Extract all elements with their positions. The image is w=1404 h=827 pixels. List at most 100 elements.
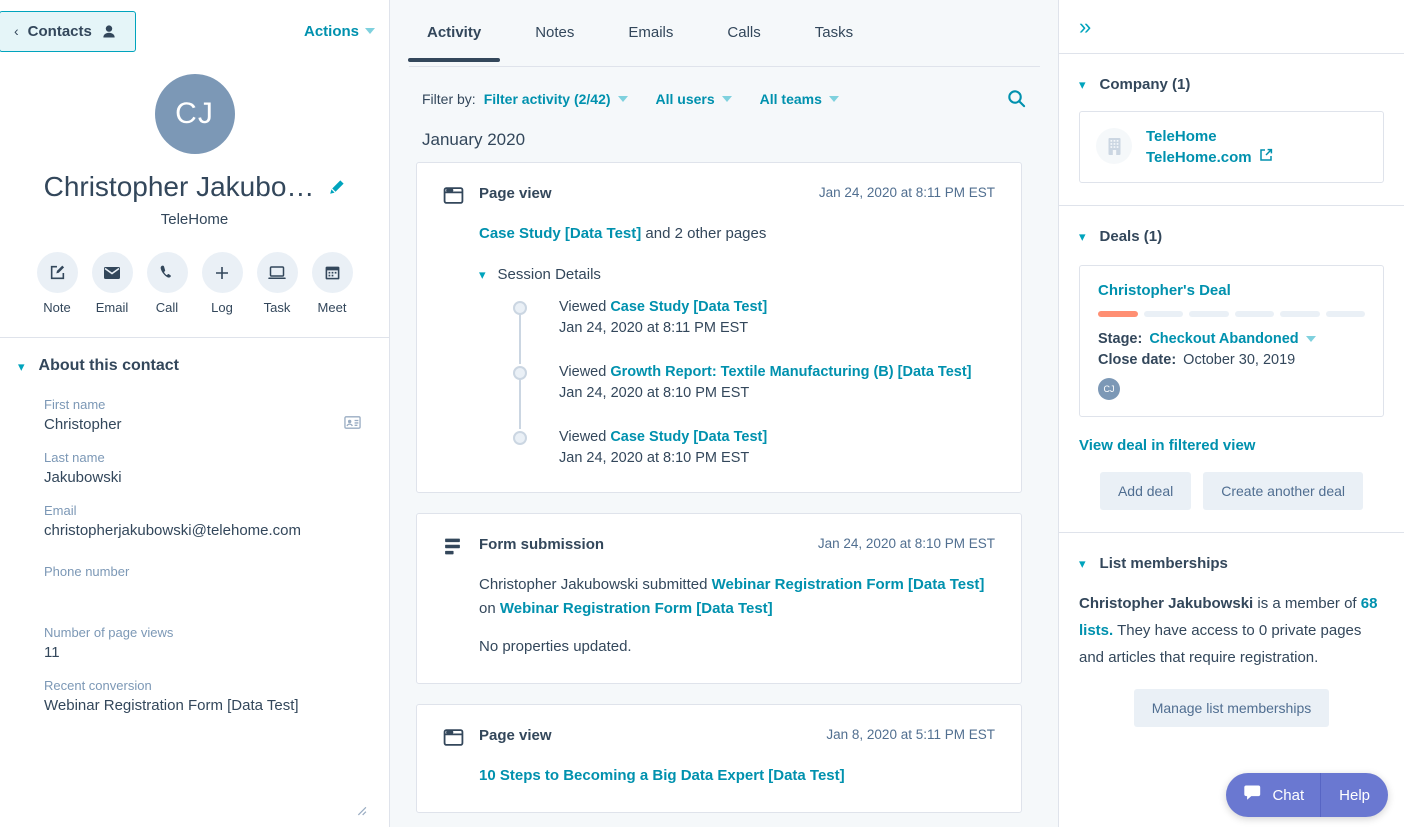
chevron-down-icon[interactable]: ▾: [1079, 78, 1086, 91]
list-text-mid: is a member of: [1253, 595, 1361, 612]
session-details-list: Viewed Case Study [Data Test] Jan 24, 20…: [479, 299, 995, 466]
double-chevron-right-icon[interactable]: »: [1079, 15, 1091, 38]
tab-calls[interactable]: Calls: [727, 0, 760, 61]
tab-tasks[interactable]: Tasks: [815, 0, 853, 61]
session-page-link[interactable]: Case Study [Data Test]: [610, 299, 767, 315]
property-label: Phone number: [44, 564, 130, 579]
page-link[interactable]: 10 Steps to Becoming a Big Data Expert […: [479, 767, 845, 784]
property-label: Last name: [44, 450, 105, 465]
about-section-title: About this contact: [38, 357, 179, 374]
property-number-of-page-views: Number of page views 11: [44, 625, 361, 664]
property-value[interactable]: Jakubowski: [44, 469, 361, 489]
session-page-link[interactable]: Growth Report: Textile Manufacturing (B)…: [610, 364, 971, 380]
chevron-down-icon[interactable]: ▾: [1079, 230, 1086, 243]
property-first-name: First name Christopher: [44, 397, 361, 436]
property-value[interactable]: 11: [44, 644, 361, 664]
page-link[interactable]: Case Study [Data Test]: [479, 225, 641, 242]
add-deal-button[interactable]: Add deal: [1099, 472, 1192, 510]
tab-underline: [409, 66, 1040, 67]
quick-action-note[interactable]: Note: [36, 252, 78, 315]
contact-company: TeleHome: [160, 211, 229, 228]
tab-emails[interactable]: Emails: [628, 0, 673, 61]
actions-label: Actions: [303, 22, 359, 40]
company-url-link[interactable]: TeleHome.com: [1146, 148, 1273, 166]
deal-name-link[interactable]: Christopher's Deal: [1098, 282, 1365, 299]
submission-prefix: Christopher Jakubowski submitted: [479, 576, 712, 593]
deal-close-label: Close date:: [1098, 352, 1177, 368]
sidebar-collapse-bar: »: [1059, 0, 1404, 54]
plus-icon: [201, 252, 243, 293]
list-memberships-header[interactable]: ▾ List memberships: [1059, 533, 1404, 572]
pipeline-segment[interactable]: [1143, 311, 1183, 317]
person-icon: [101, 24, 117, 40]
company-name-link[interactable]: TeleHome: [1146, 128, 1273, 145]
filter-activity-label: Filter activity (2/42): [483, 90, 611, 107]
property-value[interactable]: [44, 583, 361, 603]
quick-action-email[interactable]: Email: [91, 252, 133, 315]
timeline-dot-icon: [513, 301, 527, 315]
filter-teams-dropdown[interactable]: All teams: [760, 91, 839, 107]
view-deal-in-filtered-view-link[interactable]: View deal in filtered view: [1079, 437, 1404, 454]
about-section-header[interactable]: ▾ About this contact: [0, 338, 389, 375]
chevron-down-icon[interactable]: [1305, 336, 1316, 342]
property-value[interactable]: Christopher: [44, 416, 361, 436]
pipeline-segment[interactable]: [1280, 311, 1320, 317]
building-icon: [1096, 128, 1132, 164]
filter-activity-dropdown[interactable]: Filter activity (2/42): [484, 91, 628, 107]
filter-by-label: Filter by:: [422, 90, 476, 107]
chat-button[interactable]: Chat: [1226, 773, 1320, 817]
property-phone-number: Phone number: [44, 564, 361, 603]
resize-handle[interactable]: [354, 803, 367, 819]
form-link-primary[interactable]: Webinar Registration Form [Data Test]: [712, 576, 985, 593]
pipeline-segment[interactable]: [1325, 311, 1365, 317]
pencil-icon[interactable]: [328, 179, 345, 196]
pipeline-segment[interactable]: [1189, 311, 1229, 317]
session-item: Viewed Case Study [Data Test] Jan 24, 20…: [513, 299, 995, 364]
back-to-contacts-button[interactable]: ‹ Contacts: [0, 11, 136, 52]
deals-section-header[interactable]: ▾ Deals (1): [1059, 206, 1404, 245]
left-top-bar: ‹ Contacts Actions: [0, 0, 389, 62]
card-title: Page view: [479, 727, 552, 744]
quick-action-log[interactable]: Log: [201, 252, 243, 315]
deals-section-title: Deals (1): [1099, 228, 1163, 245]
create-another-deal-button[interactable]: Create another deal: [1203, 472, 1364, 510]
pipeline-segment[interactable]: [1098, 311, 1138, 317]
list-memberships-text: Christopher Jakubowski is a member of 68…: [1059, 572, 1404, 671]
search-icon[interactable]: [1007, 89, 1026, 108]
deal-owner-avatar[interactable]: CJ: [1098, 378, 1120, 400]
manage-list-memberships-button[interactable]: Manage list memberships: [1133, 689, 1330, 727]
tab-notes[interactable]: Notes: [535, 0, 574, 61]
quick-action-meet[interactable]: Meet: [311, 252, 353, 315]
property-label: Number of page views: [44, 625, 174, 640]
chevron-down-icon[interactable]: ▾: [18, 360, 25, 373]
chevron-down-icon[interactable]: ▾: [1079, 557, 1086, 570]
property-recent-conversion: Recent conversion Webinar Registration F…: [44, 678, 361, 717]
session-details-label: Session Details: [497, 266, 601, 283]
pipeline-segment[interactable]: [1234, 311, 1274, 317]
form-submission-icon: [443, 536, 479, 559]
property-value[interactable]: Webinar Registration Form [Data Test]: [44, 697, 361, 717]
property-label: First name: [44, 397, 106, 412]
quick-action-call[interactable]: Call: [146, 252, 188, 315]
deal-stage-value[interactable]: Checkout Abandoned: [1149, 331, 1298, 347]
note-icon: [36, 252, 78, 293]
calendar-icon: [311, 252, 353, 293]
chevron-down-icon: ▾: [479, 267, 486, 282]
tab-activity[interactable]: Activity: [407, 0, 501, 62]
company-url-text: TeleHome.com: [1146, 148, 1252, 166]
form-link-secondary[interactable]: Webinar Registration Form [Data Test]: [500, 600, 773, 617]
page-title: Christopher Jakubo…: [43, 171, 315, 202]
company-section-header[interactable]: ▾ Company (1): [1059, 54, 1404, 93]
session-page-link[interactable]: Case Study [Data Test]: [610, 429, 767, 445]
actions-dropdown[interactable]: Actions: [304, 23, 375, 40]
company-card[interactable]: TeleHome TeleHome.com: [1079, 111, 1384, 183]
page-view-summary: Case Study [Data Test] and 2 other pages: [479, 222, 995, 246]
property-value[interactable]: christopherjakubowski@telehome.com: [44, 522, 361, 542]
chevron-down-icon: [828, 95, 839, 102]
help-button[interactable]: Help: [1320, 773, 1388, 817]
contact-card-icon[interactable]: [344, 415, 361, 433]
filter-users-dropdown[interactable]: All users: [656, 91, 732, 107]
property-label: Recent conversion: [44, 678, 152, 693]
quick-action-task[interactable]: Task: [256, 252, 298, 315]
session-details-toggle[interactable]: ▾ Session Details: [479, 266, 995, 283]
